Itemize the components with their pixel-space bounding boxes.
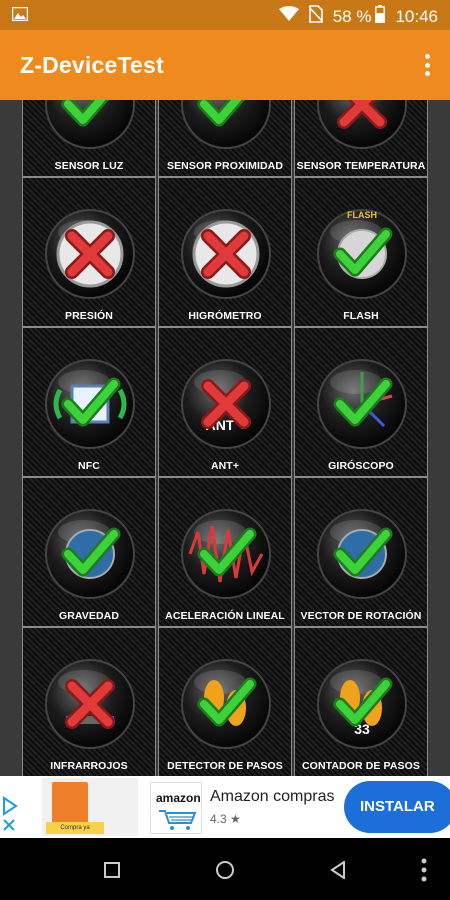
sensor-tile-label: NFC — [78, 460, 100, 472]
adchoices-icon[interactable] — [0, 796, 20, 836]
sensor-tile-label: INFRARROJOS — [50, 760, 128, 772]
sensor-ant-icon: ANT + — [181, 359, 271, 449]
nav-overflow-icon[interactable] — [421, 858, 427, 882]
ad-image[interactable]: Compra ya — [42, 778, 138, 836]
sensor-tile-ant[interactable]: ANT + ANT+ — [158, 327, 292, 477]
sensor-tile-label: FLASH — [343, 310, 379, 322]
sensor-tile-sensor-proximidad[interactable]: SENSOR PROXIMIDAD — [158, 100, 292, 177]
back-icon[interactable] — [330, 861, 346, 879]
sensor-flash-icon: FLASH — [317, 209, 407, 299]
sensor-tile-higrometro[interactable]: HIGRÓMETRO — [158, 177, 292, 327]
app-title: Z-DeviceTest — [20, 52, 164, 78]
sensor-tile-label: HIGRÓMETRO — [188, 310, 262, 322]
sensor-tile-detector-de-pasos[interactable]: DETECTOR DE PASOS — [158, 627, 292, 776]
sensor-tile-label: ANT+ — [210, 460, 240, 472]
sensor-giroscopo-icon — [317, 359, 407, 449]
clock: 10:46 — [395, 6, 438, 26]
install-button[interactable]: INSTALAR — [344, 781, 450, 833]
sensor-contador-de-pasos-icon: 33 — [317, 659, 407, 749]
star-icon: ★ — [230, 812, 241, 826]
sensor-gravedad-icon — [45, 509, 135, 599]
sensor-grid: SENSOR LUZ SENSOR PROXIMIDAD SENSOR TEMPER… — [22, 100, 428, 776]
sensor-sensor-temperatura-icon — [317, 100, 407, 149]
sensor-tile-label: SENSOR PROXIMIDAD — [166, 160, 284, 172]
sensor-tile-label: SENSOR TEMPERATURA — [296, 160, 426, 172]
wifi-icon — [278, 6, 299, 27]
sensor-tile-presion[interactable]: PRESIÓN — [22, 177, 156, 327]
sensor-tile-label: ACELERACIÓN LINEAL — [165, 610, 285, 622]
app-bar: Z-DeviceTest — [0, 30, 450, 100]
overflow-menu-icon[interactable] — [418, 52, 436, 78]
sensor-tile-sensor-luz[interactable]: SENSOR LUZ — [22, 100, 156, 177]
sensor-nfc-icon — [45, 359, 135, 449]
sensor-tile-nfc[interactable]: NFC — [22, 327, 156, 477]
sensor-tile-label: CONTADOR DE PASOS — [302, 760, 420, 772]
sensor-tile-label: GIRÓSCOPO — [328, 460, 394, 472]
sensor-tile-contador-de-pasos[interactable]: 33 CONTADOR DE PASOS — [294, 627, 428, 776]
sensor-vector-de-rotacion-icon — [317, 509, 407, 599]
battery-icon — [375, 5, 386, 28]
sensor-higrometro-icon — [181, 209, 271, 299]
ad-rating: 4.3 ★ — [210, 812, 241, 826]
status-bar: 58 % 10:46 — [0, 0, 450, 30]
sensor-tile-label: VECTOR DE ROTACIÓN — [300, 610, 422, 622]
sensor-tile-gravedad[interactable]: GRAVEDAD — [22, 477, 156, 627]
sensor-tile-label: DETECTOR DE PASOS — [167, 760, 283, 772]
sensor-tile-sensor-temperatura[interactable]: SENSOR TEMPERATURA — [294, 100, 428, 177]
recents-icon[interactable] — [104, 862, 120, 878]
sensor-infrarrojos-icon — [45, 659, 135, 749]
svg-text:FLASH: FLASH — [347, 210, 377, 220]
sensor-grid-scroll[interactable]: SENSOR LUZ SENSOR PROXIMIDAD SENSOR TEMPER… — [0, 100, 450, 776]
sensor-tile-aceleracion-lineal[interactable]: ACELERACIÓN LINEAL — [158, 477, 292, 627]
sensor-detector-de-pasos-icon — [181, 659, 271, 749]
home-icon[interactable] — [215, 860, 235, 880]
ad-image-button: Compra ya — [46, 822, 104, 834]
sensor-tile-label: SENSOR LUZ — [54, 160, 124, 172]
sensor-presion-icon — [45, 209, 135, 299]
ad-banner[interactable]: Compra ya amazon Amazon compras 4.3 ★ IN… — [0, 776, 450, 838]
sensor-tile-vector-de-rotacion[interactable]: VECTOR DE ROTACIÓN — [294, 477, 428, 627]
gallery-notification-icon — [11, 6, 29, 26]
sensor-sensor-proximidad-icon — [181, 100, 271, 149]
sensor-tile-infrarrojos[interactable]: INFRARROJOS — [22, 627, 156, 776]
battery-level: 58 % — [332, 6, 372, 26]
sensor-tile-giroscopo[interactable]: GIRÓSCOPO — [294, 327, 428, 477]
sensor-tile-label: PRESIÓN — [65, 310, 113, 322]
sensor-aceleracion-lineal-icon — [181, 509, 271, 599]
navigation-bar — [0, 838, 450, 900]
ad-title: Amazon compras — [210, 788, 335, 805]
sensor-sensor-luz-icon — [45, 100, 135, 149]
no-sim-icon — [308, 5, 324, 28]
sensor-tile-label: GRAVEDAD — [58, 610, 120, 622]
amazon-logo: amazon — [150, 782, 202, 834]
sensor-tile-flash[interactable]: FLASH FLASH — [294, 177, 428, 327]
